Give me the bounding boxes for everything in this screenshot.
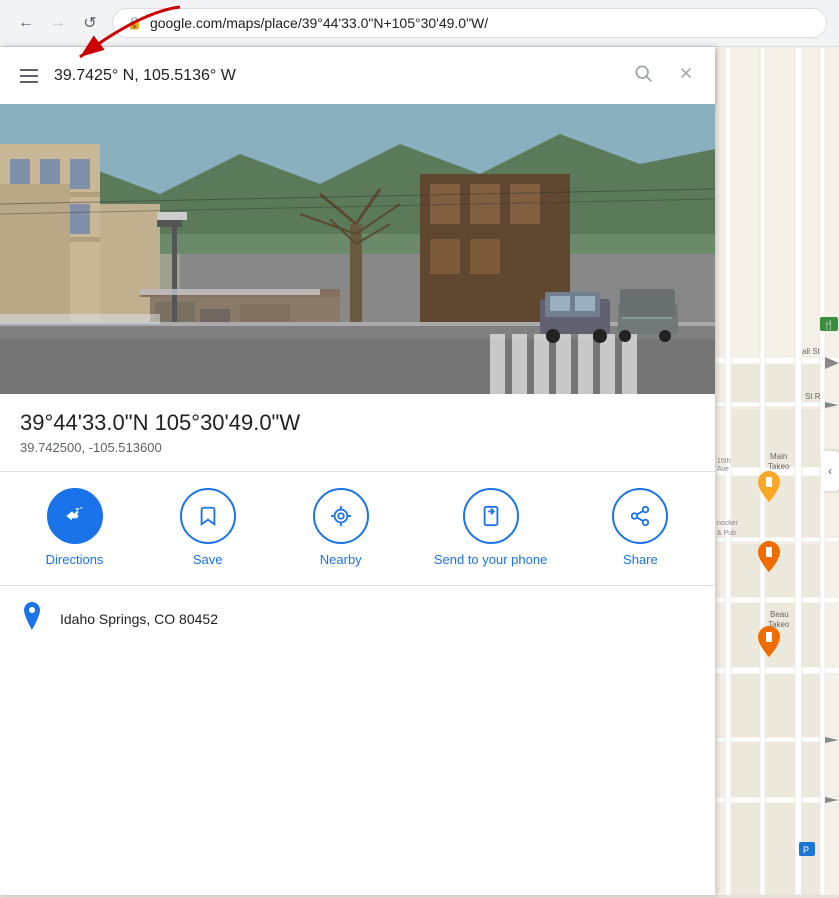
search-bar: 39.7425° N, 105.5136° W [0, 47, 715, 104]
send-to-phone-label: Send to your phone [434, 552, 547, 569]
directions-icon [47, 488, 103, 544]
send-to-phone-button[interactable]: Send to your phone [434, 488, 547, 569]
coordinates-main: 39°44'33.0"N 105°30'49.0"W [20, 410, 695, 436]
street-view-image [0, 104, 715, 394]
nearby-label: Nearby [320, 552, 362, 569]
svg-text:Ave: Ave [717, 466, 729, 473]
action-buttons: Directions Save [0, 472, 715, 586]
collapse-panel-button[interactable]: ‹ [821, 451, 839, 491]
svg-text:all St: all St [802, 347, 821, 356]
send-to-phone-icon [463, 488, 519, 544]
coordinates-decimal: 39.742500, -105.513600 [20, 440, 695, 455]
save-button[interactable]: Save [168, 488, 248, 569]
svg-text:& Pub: & Pub [717, 530, 736, 537]
place-name: Idaho Springs, CO 80452 [60, 611, 218, 627]
svg-text:Takeo: Takeo [768, 462, 790, 471]
place-pin-icon [20, 602, 44, 637]
forward-button[interactable]: → [44, 9, 72, 37]
location-info: 39°44'33.0"N 105°30'49.0"W 39.742500, -1… [0, 394, 715, 472]
address-text: google.com/maps/place/39°44'33.0"N+105°3… [150, 15, 812, 31]
nearby-button[interactable]: Nearby [301, 488, 381, 569]
save-icon [180, 488, 236, 544]
svg-text:🍴: 🍴 [823, 319, 834, 331]
svg-text:15th: 15th [717, 458, 731, 465]
share-icon [612, 488, 668, 544]
svg-text:nocker: nocker [717, 520, 739, 527]
lock-icon: 🔒 [127, 16, 142, 30]
back-button[interactable]: ← [12, 9, 40, 37]
address-bar[interactable]: 🔒 google.com/maps/place/39°44'33.0"N+105… [112, 8, 827, 38]
save-label: Save [193, 552, 223, 569]
nav-buttons: ← → ↺ [12, 9, 104, 37]
search-query: 39.7425° N, 105.5136° W [54, 67, 617, 85]
menu-icon[interactable] [16, 65, 42, 87]
search-button[interactable] [629, 59, 657, 92]
nearby-icon [313, 488, 369, 544]
street-view-svg [0, 104, 715, 394]
reload-button[interactable]: ↺ [76, 9, 104, 37]
share-label: Share [623, 552, 658, 569]
main-layout: 39.7425° N, 105.5136° W [0, 47, 839, 895]
svg-text:Main: Main [770, 452, 787, 461]
share-button[interactable]: Share [600, 488, 680, 569]
browser-toolbar: ← → ↺ 🔒 google.com/maps/place/39°44'33.0… [0, 0, 839, 46]
directions-button[interactable]: Directions [35, 488, 115, 569]
svg-text:P: P [803, 845, 809, 855]
browser-chrome: ← → ↺ 🔒 google.com/maps/place/39°44'33.0… [0, 0, 839, 47]
place-info: Idaho Springs, CO 80452 [0, 586, 715, 653]
clear-button[interactable] [673, 60, 699, 91]
left-panel: 39.7425° N, 105.5136° W [0, 47, 715, 895]
directions-label: Directions [46, 552, 104, 569]
svg-text:St R: St R [805, 392, 821, 401]
svg-text:Beau: Beau [770, 610, 789, 619]
